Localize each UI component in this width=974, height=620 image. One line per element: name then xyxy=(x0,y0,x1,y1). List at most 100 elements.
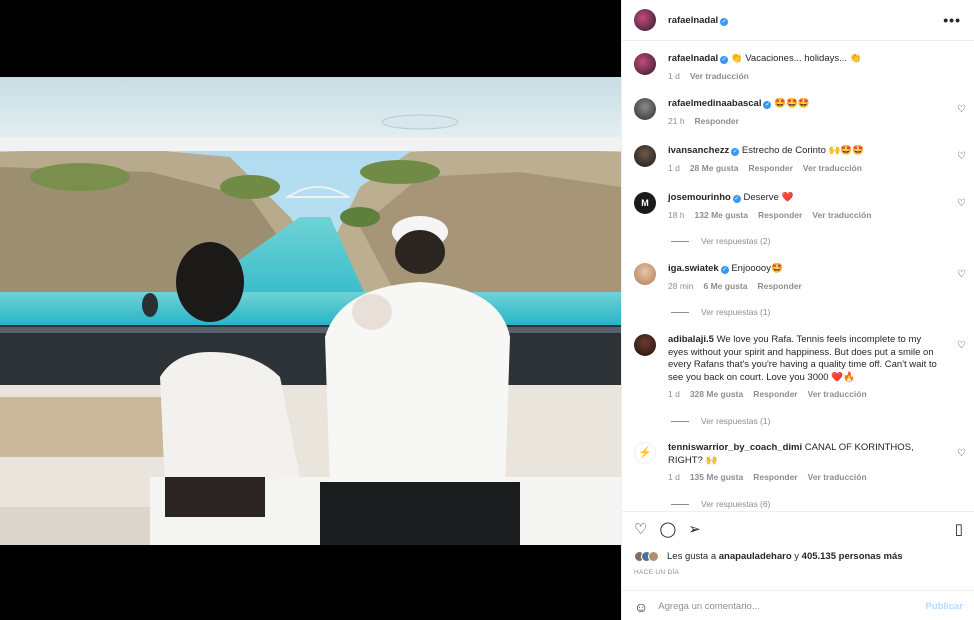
verified-icon: ✓ xyxy=(720,266,729,274)
commenter-username[interactable]: iga.swiatek xyxy=(668,263,719,274)
commenter-avatar[interactable] xyxy=(634,145,656,167)
commenter-avatar[interactable]: ⚡ xyxy=(634,442,656,464)
heart-icon[interactable]: ♡ xyxy=(634,521,647,539)
view-replies[interactable]: Ver respuestas (1) xyxy=(671,307,770,317)
heart-icon[interactable]: ♡ xyxy=(957,340,966,351)
comment-likes[interactable]: 132 Me gusta xyxy=(695,210,748,220)
comment-item: rafaelmedinaabascal ✓ 🤩🤩🤩 21 h Responder xyxy=(634,98,964,126)
comment-text: Estrecho de Corinto 🙌🤩🤩 xyxy=(741,145,864,156)
comment-likes[interactable]: 135 Me gusta xyxy=(690,472,743,482)
reply-button[interactable]: Responder xyxy=(758,210,802,220)
caption-avatar[interactable] xyxy=(634,53,656,75)
comment-likes[interactable]: 6 Me gusta xyxy=(704,281,748,291)
view-replies-label[interactable]: Ver respuestas (6) xyxy=(701,499,770,509)
comment-icon[interactable]: ◯ xyxy=(659,521,676,539)
comment-time[interactable]: 28 min xyxy=(668,281,694,291)
translate-button[interactable]: Ver traducción xyxy=(812,210,871,220)
comment-text: 🤩🤩🤩 xyxy=(774,98,810,109)
likes-conj: y xyxy=(794,551,800,562)
reply-button[interactable]: Responder xyxy=(753,472,797,482)
caption-translate[interactable]: Ver traducción xyxy=(690,71,749,81)
comment-item: adibalaji.5 We love you Rafa. Tennis fee… xyxy=(634,334,964,399)
comment-input[interactable] xyxy=(658,601,909,612)
caption-text: 👏 Vacaciones... holidays... 👏 xyxy=(730,53,862,64)
comment-item: iga.swiatek ✓ Enjooooy🤩 28 min 6 Me gusta R… xyxy=(634,263,964,291)
reply-button[interactable]: Responder xyxy=(748,163,792,173)
liker-avatar xyxy=(648,551,659,562)
author-avatar[interactable] xyxy=(634,9,656,31)
publish-button[interactable]: Publicar xyxy=(926,601,964,612)
verified-icon: ✓ xyxy=(732,195,741,203)
comment-text: Deserve ❤️ xyxy=(743,192,794,203)
commenter-username[interactable]: ivansanchezz xyxy=(668,145,729,156)
comment-time[interactable]: 18 h xyxy=(668,210,685,220)
bookmark-icon[interactable]: ▯ xyxy=(955,521,963,539)
comment-text: Enjooooy🤩 xyxy=(731,263,783,274)
commenter-avatar[interactable] xyxy=(634,98,656,120)
comment-likes[interactable]: 28 Me gusta xyxy=(690,163,739,173)
heart-icon[interactable]: ♡ xyxy=(957,198,966,209)
view-replies-label[interactable]: Ver respuestas (2) xyxy=(701,236,770,246)
replies-line xyxy=(671,311,689,313)
reply-button[interactable]: Responder xyxy=(757,281,801,291)
post-media[interactable] xyxy=(0,0,621,620)
post-actions: ♡ ◯ ➢ ▯ Les gusta a anapauladeharo y 405… xyxy=(622,511,974,620)
post-side-panel: rafaelnadal ✓ ••• rafaelnadal ✓ 👏 Vacacion… xyxy=(621,0,974,620)
comment-time[interactable]: 21 h xyxy=(668,116,685,126)
emoji-icon[interactable]: ☺ xyxy=(634,599,648,615)
commenter-username[interactable]: adibalaji.5 xyxy=(668,334,714,345)
share-icon[interactable]: ➢ xyxy=(688,521,701,539)
verified-icon: ✓ xyxy=(720,56,729,64)
comment-composer: ☺ Publicar xyxy=(622,590,974,620)
reply-button[interactable]: Responder xyxy=(695,116,739,126)
likes-summary: Les gusta a anapauladeharo y 405.135 per… xyxy=(634,551,903,562)
comment-item: M josemourinho ✓ Deserve ❤️ 18 h 132 Me gu… xyxy=(634,192,964,220)
commenter-avatar[interactable] xyxy=(634,263,656,285)
post-photo[interactable] xyxy=(0,77,621,545)
verified-icon: ✓ xyxy=(731,148,740,156)
comment-time[interactable]: 1 d xyxy=(668,389,680,399)
verified-icon: ✓ xyxy=(763,101,772,109)
likes-user[interactable]: anapauladeharo xyxy=(719,551,792,562)
view-replies-label[interactable]: Ver respuestas (1) xyxy=(701,307,770,317)
commenter-username[interactable]: josemourinho xyxy=(668,192,731,203)
translate-button[interactable]: Ver traducción xyxy=(808,472,867,482)
view-replies[interactable]: Ver respuestas (6) xyxy=(671,499,770,509)
author-username[interactable]: rafaelnadal xyxy=(668,15,718,26)
translate-button[interactable]: Ver traducción xyxy=(808,389,867,399)
commenter-avatar[interactable] xyxy=(634,334,656,356)
view-replies-label[interactable]: Ver respuestas (1) xyxy=(701,416,770,426)
caption-time[interactable]: 1 d xyxy=(668,71,680,81)
verified-icon: ✓ xyxy=(720,17,729,26)
comment-time[interactable]: 1 d xyxy=(668,472,680,482)
caption-username[interactable]: rafaelnadal xyxy=(668,53,718,64)
replies-line xyxy=(671,240,689,242)
replies-line xyxy=(671,503,689,505)
comment-time[interactable]: 1 d xyxy=(668,163,680,173)
more-icon[interactable]: ••• xyxy=(943,12,961,28)
photo-illustration xyxy=(0,77,621,545)
post-timestamp[interactable]: HACE UN DÍA xyxy=(634,569,679,576)
heart-icon[interactable]: ♡ xyxy=(957,448,966,459)
comment-item: ⚡ tenniswarrior_by_coach_dimi CANAL OF K… xyxy=(634,442,964,482)
likes-prefix: Les gusta a xyxy=(667,551,717,562)
view-replies[interactable]: Ver respuestas (2) xyxy=(671,236,770,246)
action-row: ♡ ◯ ➢ xyxy=(634,521,701,539)
post-header: rafaelnadal ✓ ••• xyxy=(622,0,974,41)
author-name-wrap: rafaelnadal ✓ xyxy=(668,15,729,26)
translate-button[interactable]: Ver traducción xyxy=(803,163,862,173)
replies-line xyxy=(671,420,689,422)
view-replies[interactable]: Ver respuestas (1) xyxy=(671,416,770,426)
heart-icon[interactable]: ♡ xyxy=(957,104,966,115)
reply-button[interactable]: Responder xyxy=(753,389,797,399)
heart-icon[interactable]: ♡ xyxy=(957,151,966,162)
liker-avatars xyxy=(634,551,659,562)
commenter-username[interactable]: rafaelmedinaabascal xyxy=(668,98,761,109)
commenter-avatar[interactable]: M xyxy=(634,192,656,214)
caption: rafaelnadal ✓ 👏 Vacaciones... holidays...… xyxy=(634,53,964,81)
comment-item: ivansanchezz ✓ Estrecho de Corinto 🙌🤩🤩 1 … xyxy=(634,145,964,173)
likes-others[interactable]: 405.135 personas más xyxy=(802,551,903,562)
comment-likes[interactable]: 328 Me gusta xyxy=(690,389,743,399)
heart-icon[interactable]: ♡ xyxy=(957,269,966,280)
commenter-username[interactable]: tenniswarrior_by_coach_dimi xyxy=(668,442,802,453)
